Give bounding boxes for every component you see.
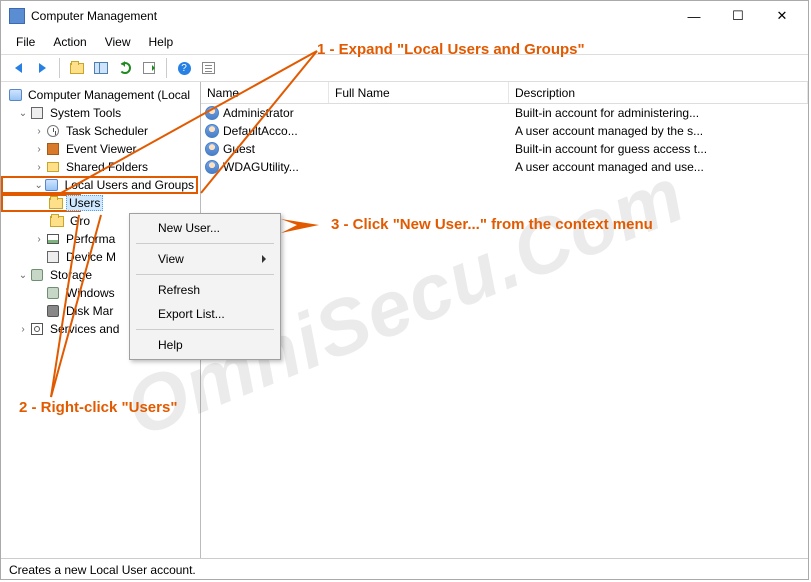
- context-menu-new-user[interactable]: New User...: [132, 216, 278, 240]
- tree-system-tools[interactable]: ⌄ System Tools: [3, 104, 198, 122]
- minimize-button[interactable]: —: [672, 2, 716, 30]
- column-header-name[interactable]: Name: [201, 82, 329, 103]
- arrow-left-icon: [15, 63, 22, 73]
- user-icon: [205, 106, 219, 120]
- help-icon: ?: [178, 62, 191, 75]
- menu-file[interactable]: File: [9, 33, 42, 51]
- expander-icon[interactable]: ›: [33, 144, 45, 155]
- context-menu: New User... View Refresh Export List... …: [129, 213, 281, 360]
- expander-icon[interactable]: ⌄: [17, 270, 29, 281]
- arrow-right-icon: [39, 63, 46, 73]
- mmc-icon: [9, 89, 22, 101]
- list-row[interactable]: Guest Built-in account for guess access …: [201, 140, 808, 158]
- tools-icon: [31, 107, 43, 119]
- tree-users-node[interactable]: Users: [1, 194, 81, 212]
- toolbar: ?: [1, 54, 808, 82]
- folder-up-icon: [70, 63, 84, 74]
- folder-icon: [49, 198, 63, 209]
- content-area: Computer Management (Local ⌄ System Tool…: [1, 82, 808, 558]
- clock-icon: [47, 125, 59, 137]
- context-menu-refresh[interactable]: Refresh: [132, 278, 278, 302]
- computer-management-window: Computer Management — ☐ ✕ File Action Vi…: [0, 0, 809, 580]
- list-pane[interactable]: Name Full Name Description Administrator…: [201, 82, 808, 558]
- context-menu-help[interactable]: Help: [132, 333, 278, 357]
- backup-icon: [47, 287, 59, 299]
- toolbar-separator: [59, 58, 60, 78]
- menu-action[interactable]: Action: [46, 33, 93, 51]
- statusbar: Creates a new Local User account.: [1, 558, 808, 580]
- perf-icon: [47, 234, 59, 244]
- tree-system-tools-label: System Tools: [48, 106, 123, 120]
- users-groups-icon: [45, 179, 58, 191]
- forward-button[interactable]: [31, 57, 53, 79]
- menu-help[interactable]: Help: [142, 33, 181, 51]
- folder-icon: [50, 216, 64, 227]
- tree-task-scheduler[interactable]: › Task Scheduler: [3, 122, 198, 140]
- context-menu-export-list[interactable]: Export List...: [132, 302, 278, 326]
- user-icon: [205, 142, 219, 156]
- expander-icon[interactable]: ›: [33, 126, 45, 137]
- back-button[interactable]: [7, 57, 29, 79]
- expander-icon[interactable]: ›: [17, 324, 29, 335]
- toolbar-separator: [166, 58, 167, 78]
- list-header: Name Full Name Description: [201, 82, 808, 104]
- show-tree-button[interactable]: [90, 57, 112, 79]
- context-menu-separator: [136, 274, 274, 275]
- statusbar-text: Creates a new Local User account.: [9, 563, 196, 577]
- gear-icon: [31, 323, 43, 335]
- window-title: Computer Management: [31, 9, 157, 23]
- storage-icon: [31, 269, 43, 281]
- titlebar: Computer Management — ☐ ✕: [1, 1, 808, 31]
- context-menu-view[interactable]: View: [132, 247, 278, 271]
- expander-icon[interactable]: ›: [33, 162, 45, 173]
- column-header-description[interactable]: Description: [509, 82, 808, 103]
- app-icon: [9, 8, 25, 24]
- list-row[interactable]: WDAGUtility... A user account managed an…: [201, 158, 808, 176]
- tree-root[interactable]: Computer Management (Local: [3, 86, 198, 104]
- expander-icon[interactable]: ⌄: [33, 180, 44, 191]
- list-row[interactable]: DefaultAcco... A user account managed by…: [201, 122, 808, 140]
- user-icon: [205, 160, 219, 174]
- expander-icon[interactable]: ⌄: [17, 108, 29, 119]
- maximize-button[interactable]: ☐: [716, 2, 760, 30]
- user-icon: [205, 124, 219, 138]
- share-icon: [47, 162, 59, 172]
- pane-icon: [94, 62, 108, 74]
- context-menu-separator: [136, 243, 274, 244]
- export-icon: [143, 62, 155, 74]
- tree-shared-folders[interactable]: › Shared Folders: [3, 158, 198, 176]
- column-header-fullname[interactable]: Full Name: [329, 82, 509, 103]
- book-icon: [47, 143, 59, 155]
- menubar: File Action View Help: [1, 31, 808, 54]
- tree-event-viewer[interactable]: › Event Viewer: [3, 140, 198, 158]
- tree-local-users-groups[interactable]: ⌄ Local Users and Groups: [1, 176, 198, 194]
- export-list-button[interactable]: [138, 57, 160, 79]
- properties-icon: [202, 62, 215, 74]
- properties-button[interactable]: [197, 57, 219, 79]
- help-button[interactable]: ?: [173, 57, 195, 79]
- up-folder-button[interactable]: [66, 57, 88, 79]
- refresh-icon: [119, 62, 131, 74]
- tree-root-label: Computer Management (Local: [26, 88, 192, 102]
- menu-view[interactable]: View: [98, 33, 138, 51]
- list-row[interactable]: Administrator Built-in account for admin…: [201, 104, 808, 122]
- refresh-button[interactable]: [114, 57, 136, 79]
- close-button[interactable]: ✕: [760, 2, 804, 30]
- context-menu-separator: [136, 329, 274, 330]
- expander-icon[interactable]: ›: [33, 234, 45, 245]
- device-icon: [47, 251, 59, 263]
- disk-icon: [47, 305, 59, 317]
